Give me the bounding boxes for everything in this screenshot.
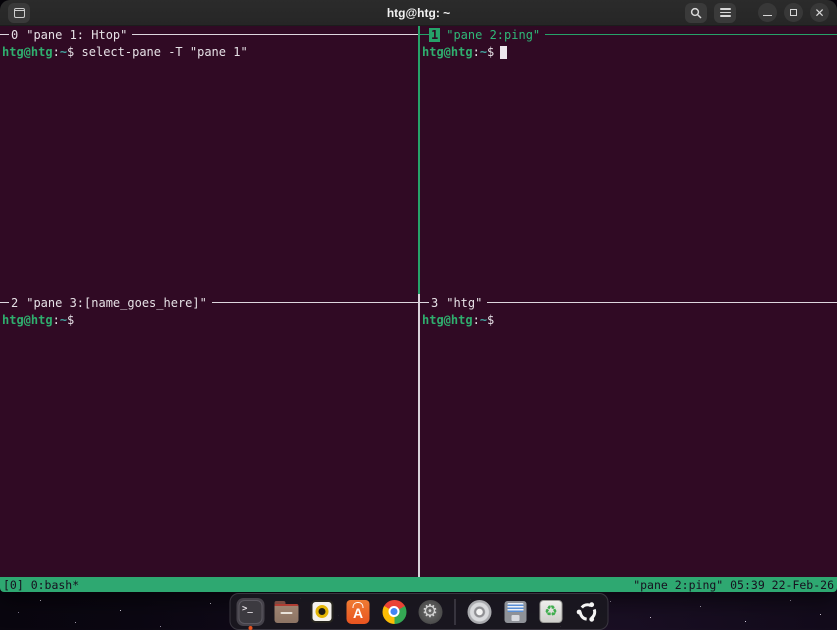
- pane-1-prompt[interactable]: htg@htg:~$: [420, 45, 837, 59]
- pane-0-prompt: htg@htg:~$ select-pane -T "pane 1": [0, 45, 418, 59]
- minimize-icon: [763, 15, 772, 17]
- new-terminal-window-button[interactable]: [8, 3, 30, 23]
- settings-gear-icon: ⚙: [418, 600, 442, 624]
- search-button[interactable]: [685, 3, 707, 23]
- tmux-pane-3[interactable]: 3"htg" htg@htg:~$: [420, 294, 837, 577]
- pane-2-title: 2"pane 3:[name_goes_here]": [0, 295, 418, 310]
- pane-1-title: 1"pane 2:ping": [420, 27, 837, 42]
- dock: >_ A ⚙ ♻: [229, 593, 608, 630]
- pane-3-name: "htg": [440, 296, 487, 310]
- headerbar: htg@htg: ~: [0, 0, 837, 26]
- dock-item-rhythmbox[interactable]: [308, 598, 336, 626]
- dock-item-files[interactable]: [272, 598, 300, 626]
- dock-item-ubuntu[interactable]: [573, 598, 601, 626]
- search-icon: [690, 7, 702, 19]
- pane-3-title: 3"htg": [420, 295, 837, 310]
- files-folder-icon: [274, 604, 298, 623]
- dock-item-settings[interactable]: ⚙: [416, 598, 444, 626]
- pane-0-number: 0: [9, 28, 20, 42]
- terminal-app-icon: >_: [238, 600, 262, 624]
- dock-item-floppy-media[interactable]: [501, 598, 529, 626]
- tmux-status-bar: [0] 0:bash* "pane 2:ping" 05:39 22-Feb-2…: [0, 577, 837, 592]
- close-button[interactable]: ✕: [810, 3, 829, 22]
- terminal-window-icon: [14, 8, 25, 18]
- tmux-pane-2[interactable]: 2"pane 3:[name_goes_here]" htg@htg:~$: [0, 294, 418, 577]
- terminal-window: htg@htg: ~: [0, 0, 837, 592]
- status-pane-title-clock: "pane 2:ping" 05:39 22-Feb-26: [633, 578, 834, 592]
- pane-0-title: 0"pane 1: Htop": [0, 27, 418, 42]
- maximize-icon: [790, 9, 797, 16]
- pane-2-prompt: htg@htg:~$: [0, 313, 418, 327]
- cd-disc-icon: [467, 600, 491, 624]
- hamburger-menu-icon: [720, 8, 731, 17]
- app-center-bag-icon: A: [347, 600, 370, 624]
- desktop: htg@htg: ~: [0, 0, 837, 630]
- tmux-session: 0"pane 1: Htop" htg@htg:~$ select-pane -…: [0, 26, 837, 577]
- running-indicator-dot: [248, 626, 252, 630]
- ubuntu-logo-icon: [575, 600, 599, 624]
- pane-3-number: 3: [429, 296, 440, 310]
- dock-item-package-media[interactable]: ♻: [537, 598, 565, 626]
- minimize-button[interactable]: [758, 3, 777, 22]
- pane-0-command: select-pane -T "pane 1": [74, 45, 247, 59]
- close-icon: ✕: [814, 7, 824, 19]
- rhythmbox-speaker-icon: [311, 600, 334, 623]
- tmux-pane-0[interactable]: 0"pane 1: Htop" htg@htg:~$ select-pane -…: [0, 26, 418, 294]
- pane-0-name: "pane 1: Htop": [20, 28, 132, 42]
- pane-3-prompt: htg@htg:~$: [420, 313, 837, 327]
- status-session-window[interactable]: [0] 0:bash*: [3, 578, 79, 592]
- floppy-disk-icon: [504, 601, 526, 623]
- text-cursor: [500, 46, 507, 59]
- tmux-pane-1-active[interactable]: 1"pane 2:ping" htg@htg:~$: [420, 26, 837, 294]
- dock-item-chrome[interactable]: [380, 598, 408, 626]
- maximize-button[interactable]: [784, 3, 803, 22]
- package-recycle-icon: ♻: [540, 600, 563, 623]
- chrome-icon: [382, 600, 406, 624]
- dock-item-cd-media[interactable]: [465, 598, 493, 626]
- pane-1-name: "pane 2:ping": [440, 28, 545, 42]
- dock-item-app-center[interactable]: A: [344, 598, 372, 626]
- pane-2-number: 2: [9, 296, 20, 310]
- dock-separator: [454, 599, 455, 625]
- dock-item-terminal[interactable]: >_: [236, 598, 264, 626]
- menu-button[interactable]: [714, 3, 736, 23]
- pane-2-name: "pane 3:[name_goes_here]": [20, 296, 212, 310]
- pane-1-number: 1: [429, 28, 440, 42]
